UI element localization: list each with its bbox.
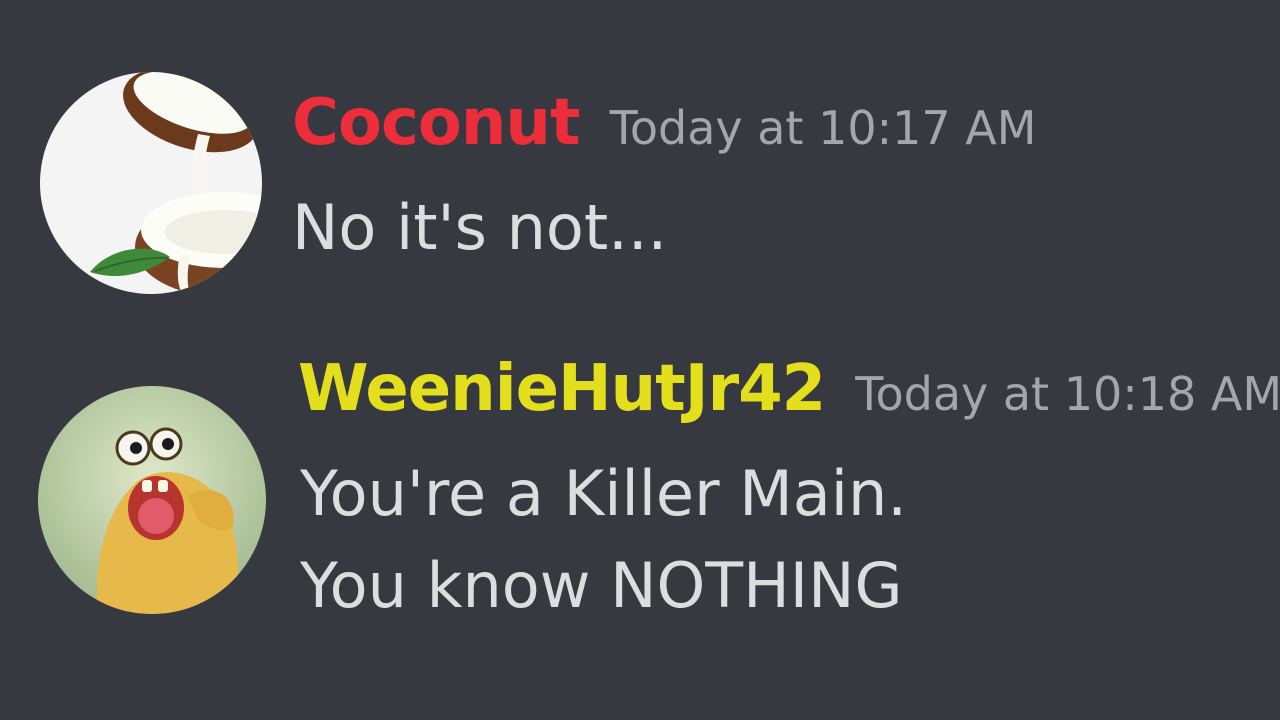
message-content: No it's not... [292,182,667,274]
message-content: You're a Killer Main. You know NOTHING [300,448,907,632]
coconut-avatar-icon[interactable] [40,72,262,294]
message-line: You know NOTHING [300,549,903,622]
username[interactable]: WeenieHutJr42 [298,352,826,426]
timestamp: Today at 10:17 AM [609,101,1037,155]
chat-message: WeenieHutJr42 Today at 10:18 AM You're a … [0,352,1280,632]
username[interactable]: Coconut [292,86,581,160]
creature-avatar-icon[interactable] [38,386,266,614]
chat-message-list: Coconut Today at 10:17 AM No it's not... [0,0,1280,720]
message-header: WeenieHutJr42 Today at 10:18 AM [298,352,1280,426]
timestamp: Today at 10:18 AM [855,367,1280,421]
chat-message: Coconut Today at 10:17 AM No it's not... [0,72,1280,297]
message-line: You're a Killer Main. [300,457,907,530]
message-header: Coconut Today at 10:17 AM [292,86,1036,160]
message-line: No it's not... [292,191,668,264]
